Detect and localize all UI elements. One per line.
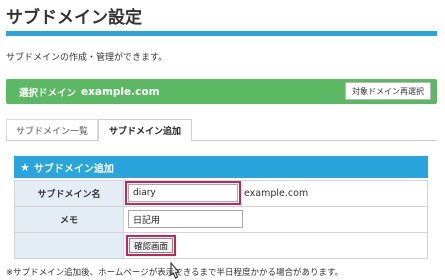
selected-domain-label: 選択ドメイン (19, 87, 77, 99)
tab-subdomain-add[interactable]: サブドメイン追加 (98, 119, 192, 141)
tab-divider (6, 140, 437, 141)
selected-domain-value: example.com (81, 85, 160, 98)
form-row-subdomain: サブドメイン名 diary example.com (14, 180, 428, 207)
page-description: サブドメインの作成・管理ができます。 (6, 53, 168, 63)
title-divider (6, 31, 437, 36)
footer-note: ※サブドメイン追加後、ホームページが表示できるまで半日程度かかる場合があります。 (6, 268, 344, 278)
page-title: サブドメイン設定 (6, 8, 142, 28)
tab-subdomain-list[interactable]: サブドメイン一覧 (6, 119, 98, 141)
memo-input[interactable]: 日記用 (128, 210, 243, 228)
memo-label: メモ (14, 206, 124, 233)
subdomain-name-label: サブドメイン名 (14, 180, 124, 207)
domain-suffix: example.com (244, 188, 309, 199)
subdomain-form: サブドメイン名 diary example.com メモ 日記用 確認画面 (14, 180, 428, 259)
subdomain-name-input[interactable]: diary (125, 181, 241, 205)
section-title: サブドメイン追加 (33, 163, 114, 175)
section-header: ★ サブドメイン追加 (14, 156, 428, 178)
selected-domain-bar: 選択ドメイン example.com 対象ドメイン再選択 (6, 79, 437, 104)
form-row-memo: メモ 日記用 (14, 206, 428, 233)
form-row-actions: 確認画面 (14, 232, 428, 259)
reselect-domain-button[interactable]: 対象ドメイン再選択 (345, 82, 431, 100)
star-icon: ★ (20, 160, 30, 174)
confirm-button[interactable]: 確認画面 (125, 235, 177, 256)
